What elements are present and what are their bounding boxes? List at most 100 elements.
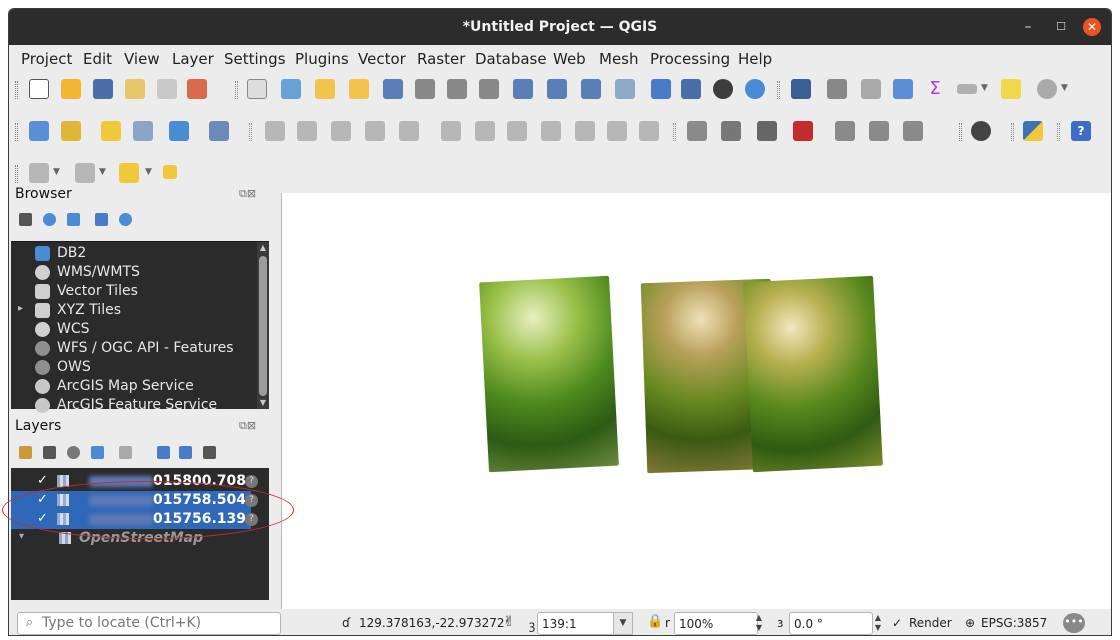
identify-icon[interactable] <box>791 79 811 99</box>
new-project-icon[interactable] <box>29 79 49 99</box>
vertex-tool-icon[interactable] <box>399 121 419 141</box>
pan-icon[interactable] <box>247 79 267 99</box>
zoom-full-icon[interactable] <box>383 79 403 99</box>
data-source-manager-icon[interactable] <box>61 121 81 141</box>
save-edits-icon[interactable] <box>331 121 351 141</box>
delete-selected-icon[interactable] <box>475 121 495 141</box>
add-group-icon[interactable] <box>43 446 56 459</box>
maximize-button[interactable]: ☐ <box>1052 18 1070 36</box>
highlight-pinned-labels-icon[interactable] <box>793 121 813 141</box>
toolbar-handle[interactable] <box>15 81 18 99</box>
new-geopackage-icon[interactable] <box>133 121 153 141</box>
move-label-icon[interactable] <box>869 121 889 141</box>
crs-button[interactable]: EPSG:3857 <box>981 616 1047 630</box>
menu-help[interactable]: Help <box>738 50 772 68</box>
scroll-down-icon[interactable]: ▼ <box>257 397 269 409</box>
menu-database[interactable]: Database <box>475 50 547 68</box>
refresh-icon[interactable] <box>43 213 56 226</box>
toggle-editing-icon[interactable] <box>297 121 317 141</box>
metasearch-icon[interactable] <box>971 121 991 141</box>
crs-globe-icon[interactable]: ⊕ <box>965 616 975 630</box>
collapse-all-icon[interactable] <box>179 446 192 459</box>
expand-all-icon[interactable] <box>157 446 170 459</box>
filter-icon[interactable] <box>91 446 104 459</box>
new-virtual-layer-icon[interactable] <box>209 121 229 141</box>
menu-processing[interactable]: Processing <box>650 50 730 68</box>
zoom-out-icon[interactable] <box>349 79 369 99</box>
redo-icon[interactable] <box>639 121 659 141</box>
toggle-extents-icon[interactable]: ✌ <box>503 614 515 630</box>
toolbar-handle[interactable] <box>235 81 238 99</box>
bookmark-icon[interactable] <box>651 79 671 99</box>
modify-attributes-icon[interactable] <box>441 121 461 141</box>
magnifier-spin-icon[interactable]: ▲ ▼ <box>753 613 765 634</box>
filter-icon[interactable] <box>67 213 80 226</box>
map-tips-icon[interactable] <box>1001 79 1021 99</box>
select-location-icon[interactable] <box>163 165 177 179</box>
save-project-icon[interactable] <box>93 79 113 99</box>
label-tool-icon[interactable] <box>687 121 707 141</box>
add-selected-layers-icon[interactable] <box>19 213 32 226</box>
refresh-icon[interactable] <box>745 79 765 99</box>
attribute-table-icon[interactable] <box>827 79 847 99</box>
menu-settings[interactable]: Settings <box>224 50 286 68</box>
menu-web[interactable]: Web <box>553 50 586 68</box>
filter-legend-icon[interactable] <box>119 446 132 459</box>
coordinate-field[interactable]: 129.378163,-22.973272 <box>359 616 505 630</box>
current-edits-icon[interactable] <box>265 121 285 141</box>
message-log-icon[interactable]: ••• <box>1063 613 1085 633</box>
toolbar-handle[interactable] <box>15 165 18 183</box>
layers-float-close-buttons[interactable]: ⧉⊠ <box>239 419 256 433</box>
measure-icon[interactable] <box>957 84 977 94</box>
rotate-label-icon[interactable] <box>903 121 923 141</box>
style-icon[interactable] <box>19 446 32 459</box>
new-map-view-icon[interactable] <box>581 79 601 99</box>
field-calculator-icon[interactable] <box>861 79 881 99</box>
menu-project[interactable]: Project <box>21 50 72 68</box>
new-3d-view-icon[interactable] <box>615 79 635 99</box>
minimize-button[interactable]: – <box>1019 18 1037 36</box>
print-layout-icon[interactable] <box>157 79 177 99</box>
measure-dropdown-icon[interactable]: ▼ <box>981 83 988 93</box>
locator-search-input[interactable]: ⌕ Type to locate (Ctrl+K) <box>17 612 281 635</box>
select-dropdown-icon[interactable]: ▼ <box>53 167 60 177</box>
settings-gear-icon[interactable] <box>1037 79 1057 99</box>
menu-edit[interactable]: Edit <box>83 50 112 68</box>
menu-plugins[interactable]: Plugins <box>295 50 349 68</box>
cut-features-icon[interactable] <box>507 121 527 141</box>
collapse-all-icon[interactable] <box>95 213 108 226</box>
menu-mesh[interactable]: Mesh <box>599 50 639 68</box>
copy-features-icon[interactable] <box>541 121 561 141</box>
pan-to-selection-icon[interactable] <box>281 79 301 99</box>
toolbar-handle[interactable] <box>1011 123 1014 141</box>
menu-vector[interactable]: Vector <box>358 50 406 68</box>
new-shapefile-icon[interactable] <box>101 121 121 141</box>
rotation-input[interactable]: 0.0 ° <box>789 612 873 635</box>
show-bookmarks-icon[interactable] <box>681 79 701 99</box>
rotation-spin-icon[interactable]: ▲ ▼ <box>872 613 884 634</box>
browser-float-close-buttons[interactable]: ⧉⊠ <box>239 187 256 201</box>
lock-scale-icon[interactable]: 🔒 <box>647 614 663 629</box>
diagram-tool-icon[interactable] <box>721 121 741 141</box>
expand-arrow-icon[interactable]: ▸ <box>18 303 23 314</box>
temporal-controller-icon[interactable] <box>713 79 733 99</box>
toolbar-handle[interactable] <box>777 81 780 99</box>
zoom-to-selection-icon[interactable] <box>415 79 435 99</box>
toolbar-handle[interactable] <box>15 123 18 141</box>
menu-view[interactable]: View <box>124 50 160 68</box>
menu-layer[interactable]: Layer <box>172 50 214 68</box>
save-as-icon[interactable] <box>125 79 145 99</box>
zoom-to-layer-icon[interactable] <box>447 79 467 99</box>
deselect-dropdown-icon[interactable]: ▼ <box>145 167 152 177</box>
processing-toolbox-icon[interactable] <box>893 79 913 99</box>
scroll-thumb[interactable] <box>259 256 267 396</box>
pin-labels-icon[interactable] <box>757 121 777 141</box>
show-hide-labels-icon[interactable] <box>835 121 855 141</box>
map-canvas[interactable] <box>281 193 1111 609</box>
select-by-value-dropdown-icon[interactable]: ▼ <box>99 167 106 177</box>
new-temporary-layer-icon[interactable] <box>169 121 189 141</box>
layer-visibility-checkbox[interactable]: ✓ <box>37 473 48 488</box>
visibility-icon[interactable] <box>67 446 80 459</box>
statistics-icon[interactable]: Σ <box>925 79 945 99</box>
style-manager-icon[interactable] <box>187 79 207 99</box>
